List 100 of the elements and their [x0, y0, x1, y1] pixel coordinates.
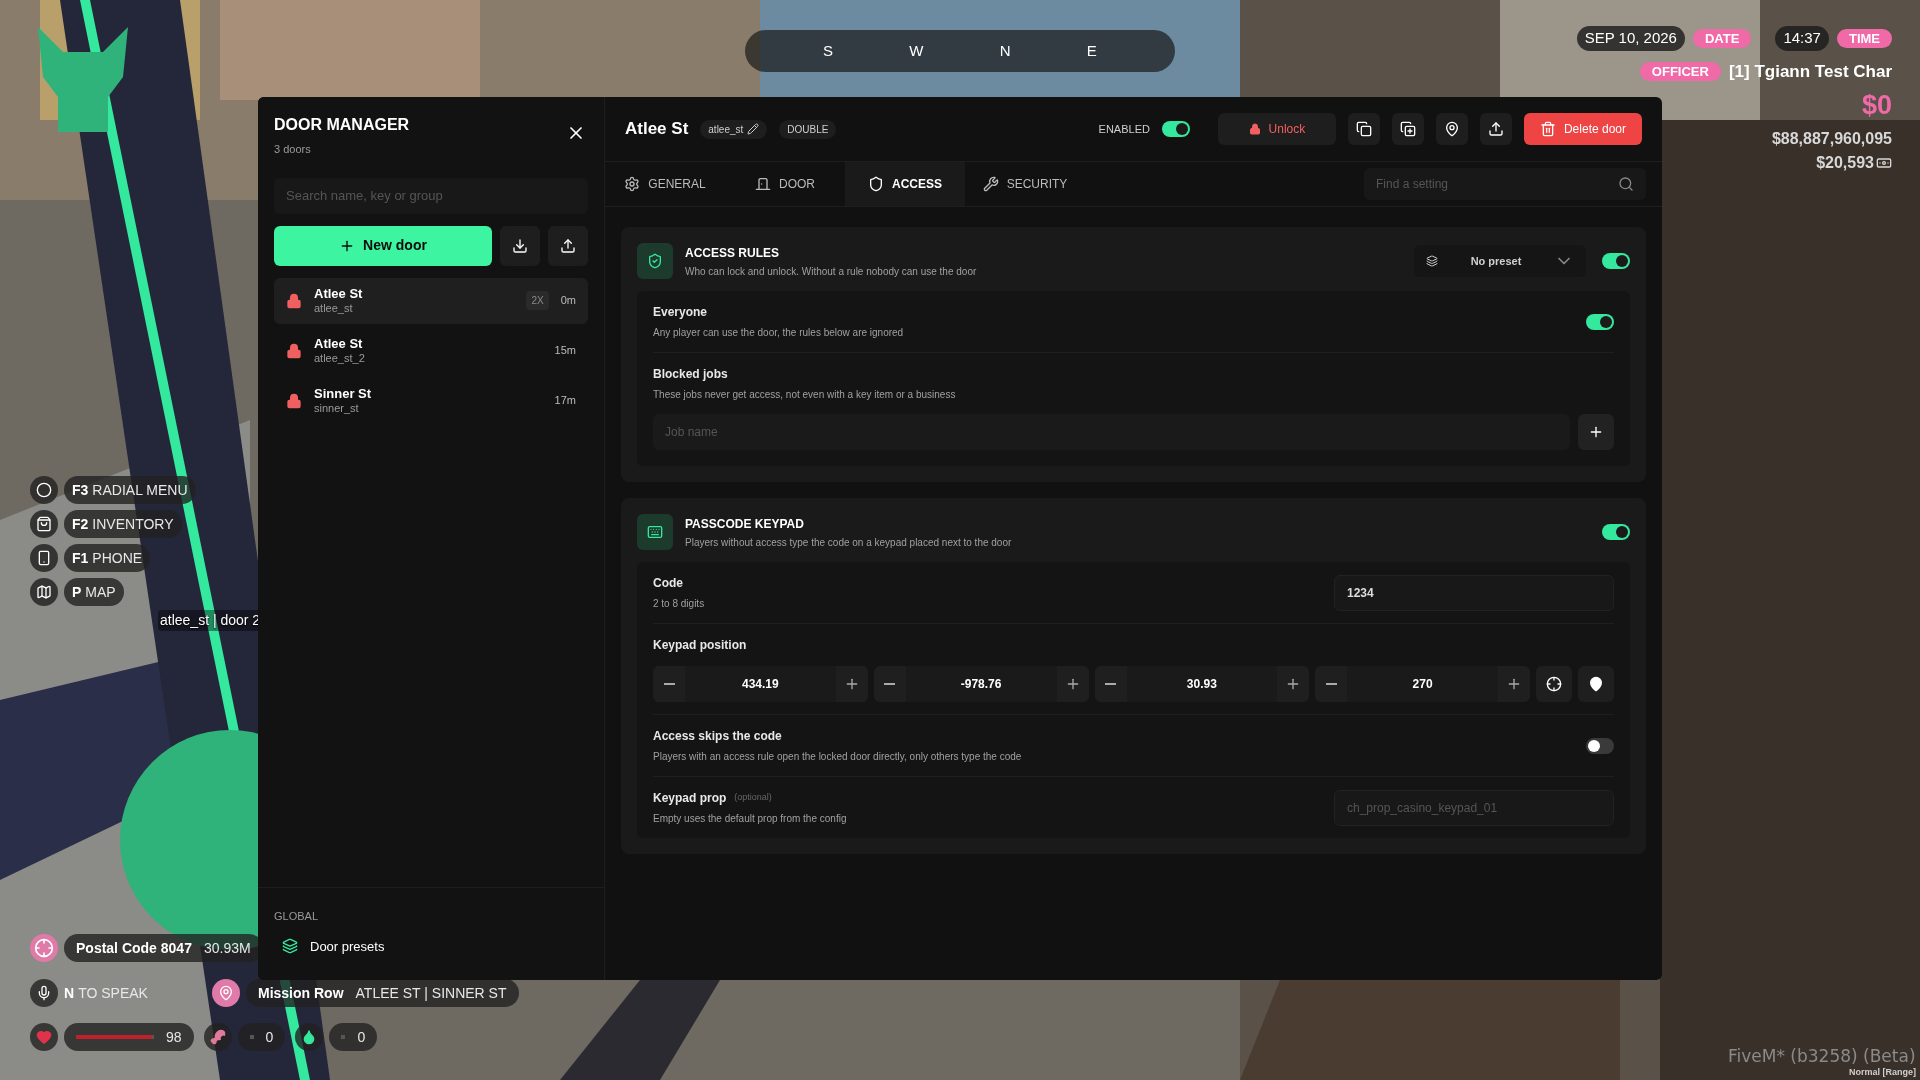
stat-value: 98 [166, 1027, 182, 1047]
tab[interactable]: DOOR [725, 162, 845, 206]
duplicate-icon [1399, 121, 1416, 137]
keybind-label: F1 PHONE [64, 544, 151, 572]
settings-search-field[interactable]: Find a setting [1364, 168, 1646, 200]
minus-icon [1105, 683, 1116, 685]
keybind-label: P MAP [64, 578, 124, 606]
plus-icon [1506, 676, 1522, 692]
compass-letter: N [999, 40, 1011, 61]
stat-value: 0 [265, 1027, 274, 1047]
minus-icon [1325, 683, 1337, 685]
minus-icon [663, 683, 675, 685]
door-name: Atlee St [314, 335, 364, 352]
setting-hint: Any player can use the door, the rules below are ignored [653, 326, 904, 340]
lock-icon [1248, 123, 1261, 135]
lock-icon [286, 342, 302, 359]
lock-icon [286, 392, 302, 409]
tab[interactable]: ACCESS [845, 162, 965, 206]
lock-icon [286, 292, 302, 309]
door-name: Atlee St [314, 285, 364, 302]
compass-letter: S [823, 40, 834, 61]
crosshair-icon [1546, 676, 1562, 692]
setting-label: Code [653, 575, 683, 592]
setting-hint: 2 to 8 digits [653, 597, 705, 611]
increment-button[interactable] [1277, 666, 1310, 702]
toggle-switch[interactable] [1586, 313, 1614, 330]
bank-amount: $88,887,960,095 [1771, 131, 1892, 147]
voice-range-text: Normal [Range] [1849, 1068, 1916, 1077]
copy-button[interactable] [1347, 113, 1380, 145]
preset-dropdown[interactable]: No preset [1414, 245, 1586, 277]
upload-icon [560, 237, 576, 254]
panel-title: DOOR MANAGER [274, 115, 410, 135]
section-subtitle: Who can lock and unlock. Without a rule nobody can use the door [685, 264, 978, 279]
map-pin-icon [1443, 121, 1460, 137]
export-button[interactable] [548, 225, 588, 266]
setting-label: Everyone [653, 304, 708, 321]
plus-icon [1588, 424, 1604, 440]
search-icon [1618, 176, 1634, 192]
download-icon [512, 237, 528, 254]
door-list-item[interactable]: Atlee St atlee_st 2X 0m [274, 277, 588, 324]
setting-hint: Empty uses the default prop from the config [653, 812, 847, 826]
search-field[interactable]: Search name, key or group [274, 177, 588, 214]
enabled-label: ENABLED [1098, 121, 1150, 137]
job-name-field[interactable]: Job name [653, 414, 1570, 450]
setting-label: Keypad position [653, 637, 748, 654]
toggle-switch[interactable] [1586, 737, 1614, 754]
section-subtitle: Players without access type the code on a keypad placed next to the door [685, 535, 1013, 550]
new-door-button[interactable]: New door [274, 225, 492, 266]
keypad-prop-field[interactable]: ch_prop_casino_keypad_01 [1334, 789, 1614, 826]
door-age: 15m [554, 343, 576, 359]
setting-label: Keypad prop [653, 790, 727, 807]
toggle-switch[interactable] [1602, 253, 1630, 269]
unlock-button[interactable]: Unlock [1217, 113, 1336, 145]
door-presets-item[interactable]: Door presets [274, 936, 588, 956]
increment-button[interactable] [835, 666, 868, 702]
keybind-label: F2 INVENTORY [64, 510, 182, 538]
setting-label: Access skips the code [653, 728, 782, 745]
door-age: 17m [554, 393, 576, 409]
duplicate-button[interactable] [1391, 113, 1424, 145]
door-type-tag: 2X [526, 291, 549, 310]
door-key: atlee_st_2 [314, 351, 543, 366]
door-key: atlee_st [314, 301, 515, 316]
setting-label: Blocked jobs [653, 366, 728, 383]
optional-tag: (optional) [734, 791, 772, 805]
share-button[interactable] [1479, 113, 1512, 145]
toggle-switch[interactable] [1161, 121, 1190, 137]
section-title: PASSCODE KEYPAD [685, 515, 805, 533]
dirty-money-amount: $20,593 [1816, 155, 1874, 171]
door-list-item[interactable]: Sinner St sinner_st 17m [274, 377, 588, 424]
door-icon [755, 176, 771, 192]
upload-icon [1487, 121, 1504, 137]
add-job-button[interactable] [1578, 414, 1614, 450]
crosshair-button[interactable] [1536, 666, 1572, 702]
layers-icon [1426, 255, 1438, 267]
section-heading: GLOBAL [274, 909, 320, 924]
character-name: [1] Tgiann Test Char [1728, 60, 1892, 83]
keybind-label: F3 RADIAL MENU [64, 476, 196, 504]
code-field[interactable]: 1234 [1334, 574, 1614, 611]
door-key-chip[interactable]: atlee_st [700, 119, 768, 139]
tab[interactable]: GENERAL [605, 162, 725, 206]
increment-button[interactable] [1498, 666, 1530, 702]
door-title: Atlee St [625, 118, 689, 141]
toggle-switch[interactable] [1602, 524, 1630, 540]
door-key: sinner_st [314, 401, 543, 416]
tab[interactable]: SECURITY [965, 162, 1085, 206]
build-text: FiveM* (b3258) (Beta) [1728, 1048, 1916, 1065]
gear-icon [624, 176, 641, 192]
copy-icon [1355, 121, 1372, 137]
delete-door-button[interactable]: Delete door [1523, 113, 1642, 145]
location-label: Mission Row ATLEE ST | SINNER ST [246, 979, 519, 1007]
map-pin-button[interactable] [1578, 666, 1614, 702]
door-list-item[interactable]: Atlee St atlee_st_2 15m [274, 327, 588, 374]
door-count: 3 doors [274, 142, 312, 157]
increment-button[interactable] [1056, 666, 1089, 702]
location-button[interactable] [1435, 113, 1468, 145]
section-icon [637, 243, 673, 279]
door-age: 0m [560, 293, 576, 309]
import-button[interactable] [500, 225, 540, 266]
map-pin-icon [1588, 676, 1604, 692]
door-type-chip: DOUBLE [779, 119, 837, 139]
